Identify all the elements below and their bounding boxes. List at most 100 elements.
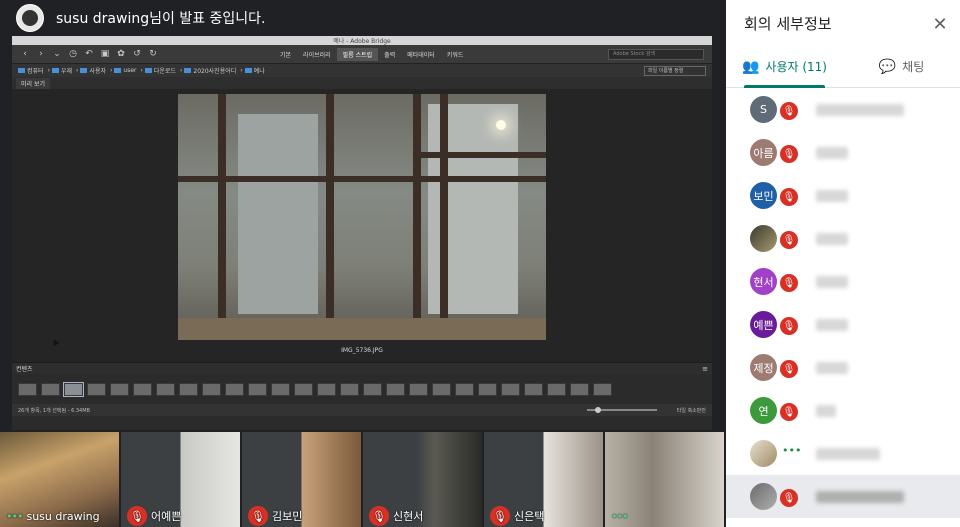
participant-row[interactable]: 보민 🎙 <box>726 174 960 217</box>
forward-icon[interactable]: › <box>36 49 46 59</box>
sort-dropdown[interactable]: 파일 이름별 정렬 <box>644 65 706 76</box>
thumbnail[interactable] <box>386 382 405 396</box>
close-icon[interactable]: ✕ <box>928 12 952 36</box>
participant-row[interactable]: 현서 🎙 <box>726 260 960 303</box>
participant-tile[interactable]: 🎙 어예쁜 <box>121 432 240 527</box>
participant-tile[interactable]: ••• susu drawing <box>0 432 119 527</box>
participant-row[interactable]: 아름 🎙 <box>726 131 960 174</box>
back-icon[interactable]: ‹ <box>20 49 30 59</box>
thumbnail[interactable] <box>501 382 520 396</box>
thumbnail[interactable] <box>593 382 612 396</box>
meet-window: susu drawing님이 발표 중입니다. 예나 - Adobe Bridg… <box>0 0 960 527</box>
thumbnail[interactable] <box>294 382 313 396</box>
thumbnail[interactable] <box>179 382 198 396</box>
thumbnail[interactable] <box>18 382 37 396</box>
camera-icon[interactable]: ▣ <box>100 49 110 59</box>
preview-tab[interactable]: 미리 보기 <box>16 78 50 89</box>
tab-chat[interactable]: 💬 채팅 <box>843 46 960 87</box>
tile-label: ••• <box>605 505 724 527</box>
thumbnail[interactable] <box>271 382 290 396</box>
avatar <box>750 440 777 467</box>
bridge-tab-metadata[interactable]: 메타데이터 <box>401 48 441 61</box>
mic-off-icon: 🎙 <box>780 360 798 378</box>
participant-name-blurred <box>816 103 904 116</box>
participant-name-blurred <box>816 318 848 331</box>
participant-list: S 🎙 아름 🎙 보민 🎙 🎙 현서 🎙 예쁜 🎙 제정 🎙 연 🎙 ••• 🎙 <box>726 88 960 518</box>
thumbnail[interactable] <box>409 382 428 396</box>
participant-name-blurred <box>816 189 848 202</box>
thumbnail[interactable] <box>202 382 221 396</box>
breadcrumb-item[interactable]: › user <box>110 67 137 74</box>
thumbnail[interactable] <box>225 382 244 396</box>
thumbnail[interactable] <box>87 382 106 396</box>
thumbnail[interactable] <box>363 382 382 396</box>
item-count-text: 26개 항목, 1개 선택됨 - 6.34MB <box>18 407 90 414</box>
shared-screen: 예나 - Adobe Bridge ‹ › ⌄ ◷ ↶ ▣ ✿ ↺ ↻ 기본 라… <box>12 36 712 430</box>
presenter-status-text: susu drawing님이 발표 중입니다. <box>56 11 266 27</box>
participant-row[interactable]: 예쁜 🎙 <box>726 303 960 346</box>
bridge-tab-output[interactable]: 출력 <box>378 48 401 61</box>
thumbnail[interactable] <box>432 382 451 396</box>
breadcrumb-item[interactable]: › 2020사진용어디 <box>180 66 236 75</box>
thumbnail-selected[interactable] <box>63 381 84 397</box>
boomerang-icon[interactable]: ↶ <box>84 49 94 59</box>
mic-off-icon: 🎙 <box>780 231 798 249</box>
thumbnail[interactable] <box>478 382 497 396</box>
bridge-tab-libraries[interactable]: 라이브러리 <box>297 48 337 61</box>
rotate-right-icon[interactable]: ↻ <box>148 49 158 59</box>
participant-tile[interactable]: 🎙 김보민 <box>242 432 361 527</box>
breadcrumb-item[interactable]: 컴퓨터 <box>18 66 44 75</box>
rotate-left-icon[interactable]: ↺ <box>132 49 142 59</box>
bridge-tab-essentials[interactable]: 기본 <box>274 48 297 61</box>
breadcrumb-item[interactable]: › 사용자 <box>76 66 106 75</box>
thumbnail-size-slider[interactable] <box>586 407 657 413</box>
participant-tile[interactable]: 🎙 신은택 <box>484 432 603 527</box>
speaking-indicator-icon: ••• <box>6 509 23 523</box>
participant-row[interactable]: 연 🎙 <box>726 389 960 432</box>
participant-row[interactable]: 제정 🎙 <box>726 346 960 389</box>
avatar <box>750 483 777 510</box>
thumbnail[interactable] <box>156 382 175 396</box>
thumbnail[interactable] <box>110 382 129 396</box>
breadcrumb-item[interactable]: › 다운로드 <box>140 66 176 75</box>
meeting-details-panel: 회의 세부정보 ✕ 👥 사용자 (11) 💬 채팅 S 🎙 아름 🎙 보민 🎙 … <box>726 0 960 527</box>
view-options[interactable]: 타일 축소판만 <box>677 407 706 414</box>
recent-icon[interactable]: ◷ <box>68 49 78 59</box>
thumbnail[interactable] <box>547 382 566 396</box>
bridge-tab-keywords[interactable]: 키워드 <box>441 48 470 61</box>
avatar: S <box>750 96 777 123</box>
mouse-cursor-icon <box>50 337 60 347</box>
thumbnail[interactable] <box>570 382 589 396</box>
avatar: 예쁜 <box>750 311 777 338</box>
chat-icon: 💬 <box>878 58 897 75</box>
participant-tile[interactable]: 🎙 신현서 <box>363 432 482 527</box>
participant-tile[interactable]: ••• <box>605 432 724 527</box>
thumbnail[interactable] <box>248 382 267 396</box>
breadcrumb-item[interactable]: › 우재 <box>48 66 72 75</box>
participant-row[interactable]: S 🎙 <box>726 88 960 131</box>
thumbnail[interactable] <box>317 382 336 396</box>
panel-menu-icon[interactable]: ≡ <box>702 365 708 373</box>
thumbnail[interactable] <box>524 382 543 396</box>
chevron-down-icon[interactable]: ⌄ <box>52 49 62 59</box>
refine-icon[interactable]: ✿ <box>116 49 126 59</box>
thumbnail[interactable] <box>455 382 474 396</box>
avatar: 연 <box>750 397 777 424</box>
tile-label: 🎙 신현서 <box>363 505 482 527</box>
thumbnail[interactable] <box>133 382 152 396</box>
tab-people[interactable]: 👥 사용자 (11) <box>726 46 843 88</box>
bridge-tab-filmstrip[interactable]: 필름 스트립 <box>336 47 379 61</box>
bridge-path-bar: 컴퓨터 › 우재 › 사용자 › user › 다운로드 › 2020사진용어디… <box>12 63 712 77</box>
panel-tabs: 👥 사용자 (11) 💬 채팅 <box>726 46 960 88</box>
content-tab[interactable]: 컨텐츠 <box>16 364 33 373</box>
participant-row[interactable]: 🎙 <box>726 217 960 260</box>
participant-name-blurred <box>816 490 904 503</box>
breadcrumb-item[interactable]: › 예나 <box>240 66 264 75</box>
thumbnail[interactable] <box>340 382 359 396</box>
tile-label: 🎙 신은택 <box>484 505 603 527</box>
thumbnail[interactable] <box>41 382 60 396</box>
participant-row-self[interactable]: 🎙 <box>726 475 960 518</box>
participant-row[interactable]: ••• <box>726 432 960 475</box>
mic-off-icon: 🎙 <box>780 274 798 292</box>
bridge-search-input[interactable]: Adobe Stock 검색 <box>608 48 704 60</box>
